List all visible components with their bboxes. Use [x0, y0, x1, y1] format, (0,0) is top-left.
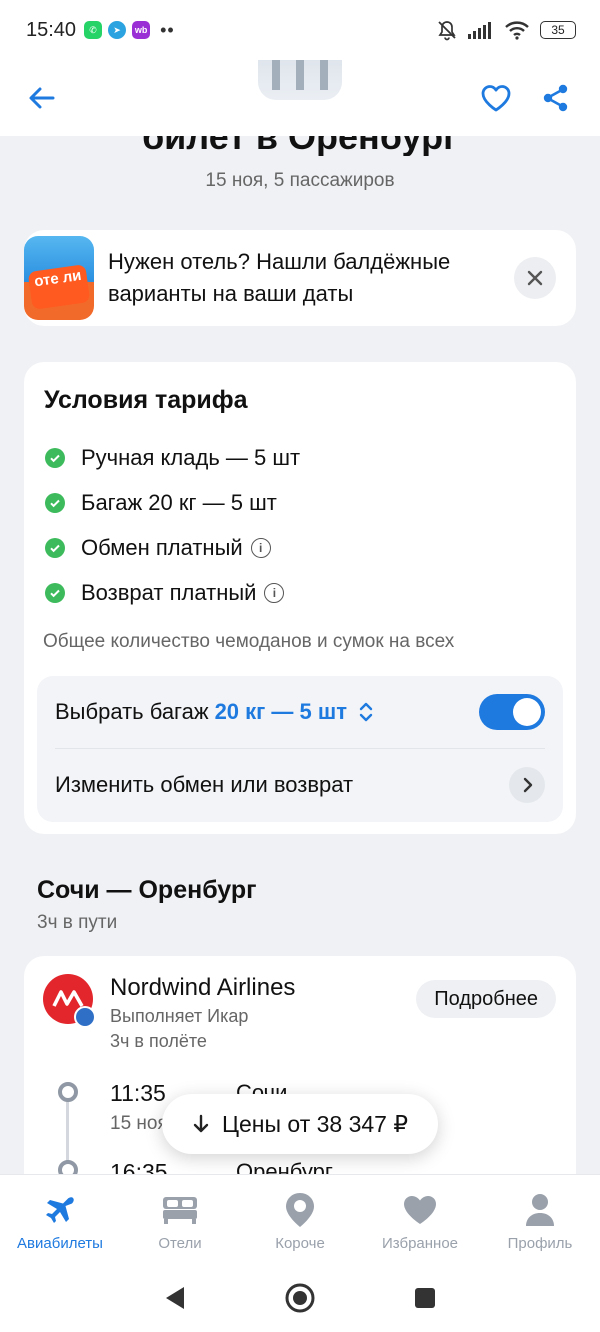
system-navigation-bar [0, 1264, 600, 1332]
tariff-options: Выбрать багаж 20 кг — 5 шт Изменить обме… [37, 676, 563, 822]
operated-by: Выполняет Икар [110, 1006, 249, 1026]
operator-badge-icon [74, 1006, 96, 1028]
status-app-icons: ✆ ➤ wb [84, 21, 151, 39]
condition-label: Обмен платный [81, 534, 243, 560]
condition-label: Багаж 20 кг — 5 шт [81, 489, 277, 515]
nav-label: Авиабилеты [17, 1235, 103, 1252]
wifi-icon [505, 21, 529, 40]
condition-item: Багаж 20 кг — 5 шт [42, 480, 558, 525]
hotel-promo-image: оте ли [24, 236, 94, 320]
bell-muted-icon [438, 21, 456, 41]
tariff-card: Условия тарифа Ручная кладь — 5 шт Багаж… [24, 362, 576, 834]
departure-dot [58, 1082, 78, 1102]
baggage-toggle[interactable] [479, 694, 545, 730]
whatsapp-icon: ✆ [84, 21, 103, 39]
close-banner-button[interactable] [514, 257, 556, 299]
nav-item-koroche[interactable]: Короче [240, 1175, 360, 1264]
status-system-icons: 35 [436, 19, 576, 41]
route-duration: 3ч в пути [37, 912, 118, 933]
close-icon [527, 270, 543, 286]
status-bar: 15:40 ✆ ➤ wb •• 35 [0, 0, 600, 60]
check-icon [45, 537, 65, 558]
top-app-bar [0, 20, 600, 136]
change-exchange-label: Изменить обмен или возврат [55, 771, 354, 797]
prices-button[interactable]: Цены от 38 347 ₽ [162, 1094, 438, 1154]
arrow-down-icon [193, 1114, 209, 1133]
nav-label: Избранное [381, 1235, 459, 1252]
nav-item-profile[interactable]: Профиль [480, 1175, 600, 1264]
wildberries-icon: wb [132, 21, 151, 39]
info-icon[interactable]: i [264, 582, 285, 603]
condition-item: Возврат платный i [42, 570, 558, 615]
bottom-navigation: Авиабилеты Отели Короче Избранное Профил… [0, 1174, 600, 1264]
check-icon [45, 447, 65, 468]
chevron-right-icon [523, 777, 533, 792]
departure-date: 15 ноя [110, 1113, 168, 1134]
share-button[interactable] [534, 76, 578, 120]
condition-label: Ручная кладь — 5 шт [81, 444, 301, 470]
system-recents-icon[interactable] [412, 1285, 438, 1311]
condition-item: Обмен платный i [42, 525, 558, 570]
nav-item-hotels[interactable]: Отели [120, 1175, 240, 1264]
check-icon [45, 492, 65, 513]
back-button[interactable] [20, 76, 64, 120]
tariff-title: Условия тарифа [44, 386, 248, 414]
plane-icon [46, 1197, 74, 1223]
condition-label: Возврат платный [81, 579, 257, 605]
chevron-right-button[interactable] [509, 766, 545, 803]
nav-label: Профиль [507, 1235, 573, 1252]
profile-icon [526, 1194, 554, 1226]
telegram-icon: ➤ [108, 21, 127, 39]
flight-duration: 3ч в полёте [110, 1031, 207, 1051]
hotel-promo-logo: оте ли [27, 264, 91, 310]
hotel-promo-banner[interactable]: оте ли Нужен отель? Нашли балдёжные вари… [24, 230, 576, 326]
system-home-icon[interactable] [284, 1282, 316, 1314]
nav-item-avia[interactable]: Авиабилеты [0, 1175, 120, 1264]
share-icon [543, 84, 568, 112]
baggage-select-row[interactable]: Выбрать багаж 20 кг — 5 шт [55, 676, 545, 748]
nav-label: Короче [275, 1235, 325, 1252]
tariff-conditions: Ручная кладь — 5 шт Багаж 20 кг — 5 шт О… [42, 435, 558, 615]
baggage-label: Выбрать багаж [55, 699, 209, 724]
condition-item: Ручная кладь — 5 шт [42, 435, 558, 480]
baggage-value-dropdown[interactable]: 20 кг — 5 шт [215, 699, 347, 725]
status-time: 15:40 [26, 18, 77, 41]
tariff-note: Общее количество чемоданов и сумок на вс… [43, 631, 455, 652]
change-exchange-row[interactable]: Изменить обмен или возврат [55, 748, 545, 820]
chevron-up-down-icon [359, 702, 373, 722]
route-title: Сочи — Оренбург [37, 876, 257, 904]
airline-name: Nordwind Airlines [110, 974, 296, 1001]
hotel-promo-text: Нужен отель? Нашли балдёжные варианты на… [108, 249, 451, 306]
location-pin-icon [286, 1193, 314, 1227]
info-icon[interactable]: i [250, 537, 271, 558]
status-more-dots: •• [160, 19, 175, 40]
system-back-icon[interactable] [162, 1284, 188, 1312]
departure-time: 11:35 [110, 1080, 166, 1106]
nav-item-favorites[interactable]: Избранное [360, 1175, 480, 1264]
prices-label: Цены от 38 347 ₽ [221, 1110, 408, 1137]
details-button[interactable]: Подробнее [416, 980, 556, 1018]
check-icon [45, 582, 65, 603]
arrow-left-icon [29, 87, 55, 109]
page-subtitle: 15 ноя, 5 пассажиров [205, 170, 395, 191]
signal-icon [468, 22, 491, 39]
nav-label: Отели [158, 1235, 202, 1252]
bed-icon [163, 1197, 197, 1224]
favorite-button[interactable] [474, 76, 518, 120]
battery-indicator: 35 [540, 21, 576, 39]
heart-icon [404, 1196, 436, 1224]
heart-icon [481, 85, 511, 112]
